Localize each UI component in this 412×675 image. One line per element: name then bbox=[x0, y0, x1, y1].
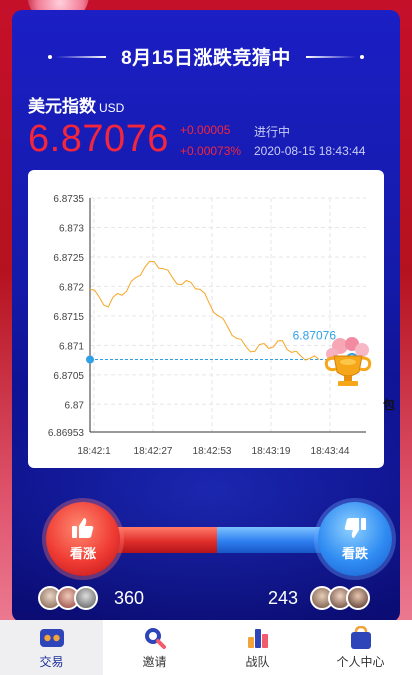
rise-count: 360 bbox=[114, 588, 145, 608]
index-unit: USD bbox=[99, 101, 125, 115]
index-title: 美元指数 USD bbox=[28, 92, 124, 117]
tab-profile-label: 个人中心 bbox=[336, 654, 385, 669]
y-tick-label: 6.87 bbox=[65, 400, 85, 411]
edge-partial-text: 包 bbox=[383, 398, 396, 412]
tab-team-label: 战队 bbox=[245, 654, 270, 669]
thumbs-up-icon bbox=[72, 518, 94, 538]
x-tick-label: 18:42:1 bbox=[77, 446, 111, 457]
tab-trade[interactable]: 交易 bbox=[0, 620, 103, 675]
x-tick-label: 18:43:44 bbox=[311, 446, 350, 457]
rise-button[interactable]: 看涨 bbox=[46, 502, 120, 576]
price-change: +0.00005 bbox=[180, 123, 231, 137]
rise-label: 看涨 bbox=[69, 546, 96, 561]
main-panel: 8月15日涨跌竞猜中 美元指数 USD 6.87076 +0.00005 +0.0… bbox=[12, 10, 400, 622]
team-icon bbox=[247, 628, 268, 648]
avatar bbox=[346, 586, 370, 610]
invite-icon bbox=[144, 627, 166, 649]
trophy-icon bbox=[324, 337, 372, 386]
rise-voters-avatars bbox=[38, 586, 98, 610]
price-chart: 6.8735 6.873 6.8725 6.872 6.8715 6.871 6.8705 6… bbox=[48, 194, 366, 457]
y-tick-label: 6.8715 bbox=[53, 312, 84, 323]
tab-invite-label: 邀请 bbox=[142, 654, 167, 669]
x-tick-label: 18:42:53 bbox=[193, 446, 232, 457]
y-tick-label: 6.8705 bbox=[53, 371, 84, 382]
current-price-start-dot bbox=[86, 355, 94, 364]
avatar bbox=[74, 586, 98, 610]
x-tick-label: 18:42:27 bbox=[134, 446, 173, 457]
price-chart-card: 6.8735 6.873 6.8725 6.872 6.8715 6.871 6.8705 6… bbox=[28, 170, 384, 468]
vote-ratio-bar bbox=[92, 527, 342, 553]
thumbs-down-icon bbox=[344, 518, 366, 538]
tab-trade-label: 交易 bbox=[39, 654, 64, 669]
status-label: 进行中 bbox=[254, 125, 291, 139]
y-tick-label: 6.86953 bbox=[48, 428, 85, 439]
tab-invite[interactable]: 邀请 bbox=[103, 620, 206, 675]
timestamp: 2020-08-15 18:43:44 bbox=[254, 144, 366, 158]
index-name: 美元指数 bbox=[28, 97, 96, 116]
fall-button[interactable]: 看跌 bbox=[318, 502, 392, 576]
fall-count: 243 bbox=[268, 588, 299, 608]
header-dot-right bbox=[360, 55, 364, 59]
current-price: 6.87076 bbox=[28, 118, 169, 160]
x-tick-label: 18:43:19 bbox=[252, 446, 291, 457]
y-tick-label: 6.872 bbox=[59, 282, 84, 293]
bottom-tab-bar: 交易 邀请 战队 个人中心 bbox=[0, 620, 412, 675]
fall-voters-avatars bbox=[310, 586, 370, 610]
tab-team[interactable]: 战队 bbox=[206, 620, 309, 675]
trade-icon bbox=[39, 628, 64, 647]
fall-label: 看跌 bbox=[341, 546, 368, 561]
y-tick-label: 6.8735 bbox=[53, 194, 84, 205]
y-tick-label: 6.873 bbox=[59, 223, 84, 234]
tab-profile[interactable]: 个人中心 bbox=[309, 620, 412, 675]
price-change-percent: +0.00073% bbox=[180, 144, 242, 158]
y-tick-label: 6.8725 bbox=[53, 253, 84, 264]
y-tick-label: 6.871 bbox=[59, 341, 84, 352]
profile-icon bbox=[350, 625, 371, 649]
header-line-right bbox=[306, 56, 356, 58]
